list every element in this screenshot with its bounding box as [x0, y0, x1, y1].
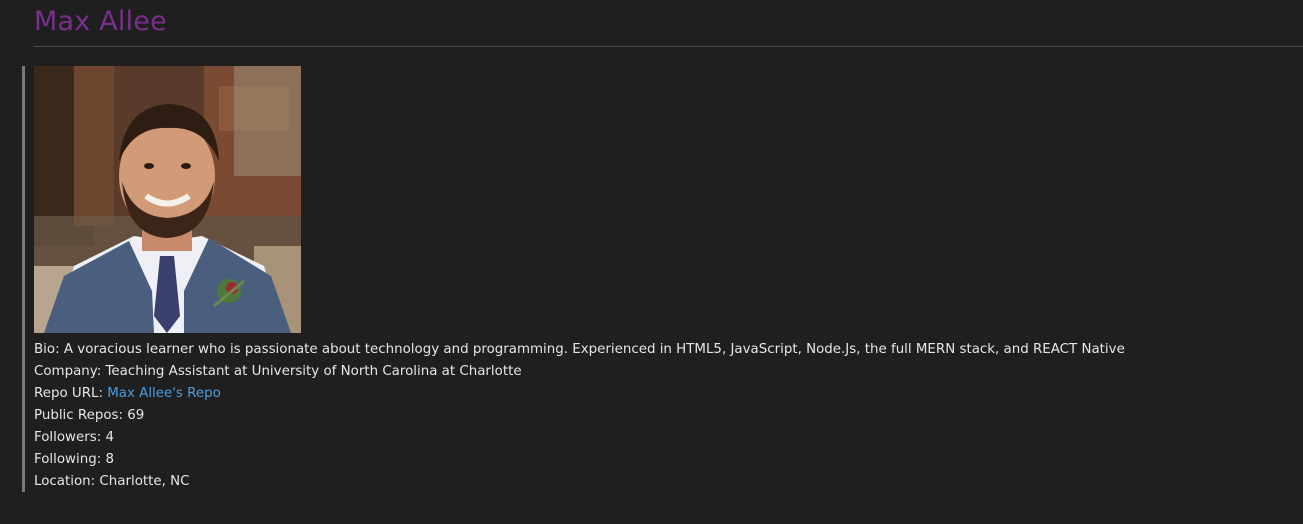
followers-row: Followers: 4: [34, 427, 1214, 449]
page-header: Max Allee: [34, 4, 1303, 47]
page-title: Max Allee: [34, 6, 167, 37]
avatar-photo: [34, 66, 301, 333]
public-repos-row: Public Repos: 69: [34, 405, 1214, 427]
following-row: Following: 8: [34, 449, 1214, 471]
location-label: Location:: [34, 474, 96, 489]
repo-row: Repo URL: Max Allee's Repo: [34, 383, 1214, 405]
repo-link[interactable]: Max Allee's Repo: [107, 386, 221, 401]
avatar: [34, 66, 301, 333]
following-label: Following:: [34, 452, 102, 467]
bio-row: Bio: A voracious learner who is passiona…: [34, 339, 1214, 361]
profile-page: Max Allee Bio: A voracious learner who i…: [0, 0, 1303, 524]
bio-text: A voracious learner who is passionate ab…: [63, 342, 1125, 357]
profile-details: Bio: A voracious learner who is passiona…: [34, 339, 1214, 493]
followers-count: 4: [105, 430, 115, 445]
repo-label: Repo URL:: [34, 386, 103, 401]
following-count: 8: [105, 452, 115, 467]
profile-card: Bio: A voracious learner who is passiona…: [22, 66, 1225, 492]
bio-label: Bio:: [34, 342, 60, 357]
location-text: Charlotte, NC: [99, 474, 190, 489]
public-repos-label: Public Repos:: [34, 408, 124, 423]
company-row: Company: Teaching Assistant at Universit…: [34, 361, 1214, 383]
company-text: Teaching Assistant at University of Nort…: [105, 364, 522, 379]
public-repos-count: 69: [127, 408, 145, 423]
company-label: Company:: [34, 364, 102, 379]
followers-label: Followers:: [34, 430, 102, 445]
location-row: Location: Charlotte, NC: [34, 471, 1214, 493]
